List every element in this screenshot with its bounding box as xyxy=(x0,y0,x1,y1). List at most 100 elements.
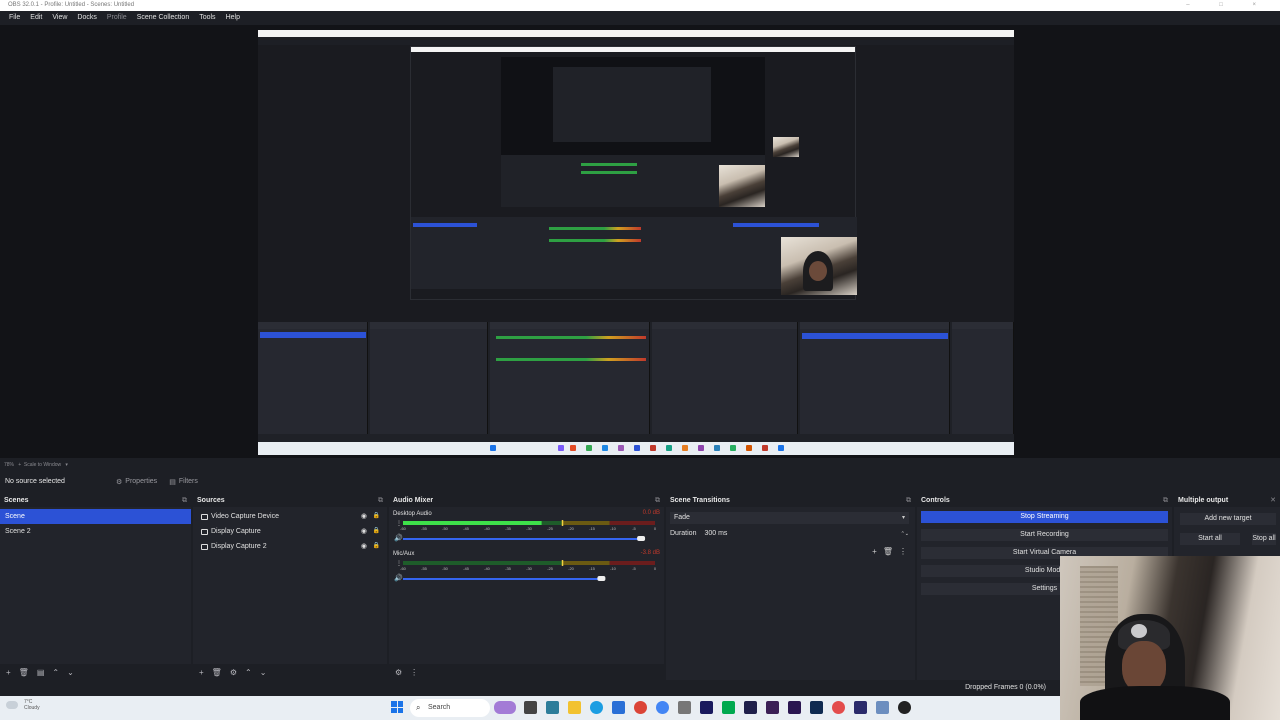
properties-button[interactable]: ⚙ Properties xyxy=(110,476,163,488)
obs-icon[interactable] xyxy=(898,701,911,714)
eye-icon[interactable]: ◉ xyxy=(361,524,367,539)
stop-all-button[interactable]: Stop all xyxy=(1252,533,1276,545)
volume-slider[interactable] xyxy=(403,535,663,543)
monitor-icon xyxy=(201,528,208,535)
more-icon[interactable]: ⋮ xyxy=(396,560,402,567)
app-icon[interactable] xyxy=(854,701,867,714)
popout-icon[interactable]: ⧉ xyxy=(378,495,383,507)
menu-scene-collection[interactable]: Scene Collection xyxy=(132,11,195,25)
filter-icon[interactable]: ▤ xyxy=(37,668,45,677)
task-view-icon[interactable] xyxy=(524,701,537,714)
popout-icon[interactable]: ⧉ xyxy=(182,495,187,507)
more-icon[interactable]: ⋮ xyxy=(899,547,907,556)
scale-mode[interactable]: Scale to Window xyxy=(24,462,61,468)
source-item[interactable]: Display Capture ◉ 🔒 xyxy=(193,524,387,539)
speaker-icon[interactable]: 🔊 xyxy=(394,534,403,542)
start-all-button[interactable]: Start all xyxy=(1180,533,1240,545)
move-up-icon[interactable]: ⌃ xyxy=(245,668,252,677)
zoom-level[interactable]: 78% xyxy=(4,462,14,468)
add-icon[interactable]: + xyxy=(199,668,204,677)
move-up-icon[interactable]: ⌃ xyxy=(52,668,59,677)
svg-text:0: 0 xyxy=(654,566,657,570)
chevron-down-icon[interactable]: ▾ xyxy=(65,462,68,468)
app-icon[interactable] xyxy=(700,701,713,714)
scene-item[interactable]: Scene 2 xyxy=(0,524,191,539)
menu-help[interactable]: Help xyxy=(221,11,245,25)
start-recording-button[interactable]: Start Recording xyxy=(921,529,1168,541)
folder-icon[interactable] xyxy=(568,701,581,714)
sources-toolbar: + 🗑 ⚙ ⌃ ⌄ xyxy=(193,664,387,680)
gear-icon[interactable]: ⚙ xyxy=(395,668,402,677)
filters-button[interactable]: ▤ Filters xyxy=(163,476,204,488)
photoshop-icon[interactable] xyxy=(810,701,823,714)
svg-text:-50: -50 xyxy=(442,566,449,570)
nested-docks xyxy=(411,217,857,295)
search-icon: ⌕ xyxy=(416,703,421,712)
add-target-button[interactable]: Add new target xyxy=(1180,513,1276,525)
app-icon[interactable] xyxy=(876,701,889,714)
menu-file[interactable]: File xyxy=(4,11,25,25)
volume-slider[interactable] xyxy=(403,575,663,583)
app-icon[interactable] xyxy=(766,701,779,714)
scene-transitions-dock: Scene Transitions ⧉ Fade ▾ Duration 300 ms… xyxy=(666,495,915,680)
popout-icon[interactable]: ⧉ xyxy=(1163,495,1168,507)
eye-icon[interactable]: ◉ xyxy=(361,509,367,524)
lock-icon[interactable]: 🔒 xyxy=(373,509,380,524)
app-icon[interactable] xyxy=(656,701,669,714)
app-icon[interactable] xyxy=(722,701,735,714)
svg-text:-35: -35 xyxy=(505,526,512,530)
nested-capture-3 xyxy=(553,67,711,142)
menu-profile[interactable]: Profile xyxy=(102,11,132,25)
edge-icon[interactable] xyxy=(590,701,603,714)
app-icon[interactable] xyxy=(832,701,845,714)
menu-edit[interactable]: Edit xyxy=(25,11,47,25)
chrome-icon[interactable] xyxy=(634,701,647,714)
transition-select[interactable]: Fade ▾ xyxy=(670,512,909,524)
app-icon[interactable] xyxy=(546,701,559,714)
popout-icon[interactable]: ⧉ xyxy=(655,495,660,507)
eye-icon[interactable]: ◉ xyxy=(361,539,367,554)
move-down-icon[interactable]: ⌄ xyxy=(67,668,74,677)
more-icon[interactable]: ⋮ xyxy=(410,668,418,677)
nested-titlebar xyxy=(258,30,1014,37)
close-icon[interactable]: ✕ xyxy=(1270,495,1276,507)
speaker-icon[interactable]: 🔊 xyxy=(394,574,403,582)
duration-label: Duration xyxy=(670,530,697,537)
source-item[interactable]: Video Capture Device ◉ 🔒 xyxy=(193,509,387,524)
source-item[interactable]: Display Capture 2 ◉ 🔒 xyxy=(193,539,387,554)
menu-tools[interactable]: Tools xyxy=(194,11,220,25)
scene-item[interactable]: Scene xyxy=(0,509,191,524)
audition-icon[interactable] xyxy=(744,701,757,714)
svg-text:-10: -10 xyxy=(610,566,617,570)
preview-canvas[interactable] xyxy=(258,30,1014,455)
window-controls[interactable]: – □ × xyxy=(1186,0,1270,11)
lock-icon[interactable]: 🔒 xyxy=(373,539,380,554)
app-icon[interactable] xyxy=(678,701,691,714)
trash-icon[interactable]: 🗑 xyxy=(883,547,893,556)
spinner-icon[interactable]: ⌃⌄ xyxy=(901,531,915,537)
premiere-icon[interactable] xyxy=(788,701,801,714)
store-icon[interactable] xyxy=(612,701,625,714)
plus-icon[interactable]: + xyxy=(18,462,21,468)
taskbar-search[interactable]: ⌕ Search xyxy=(410,699,490,717)
menu-docks[interactable]: Docks xyxy=(72,11,101,25)
menu-view[interactable]: View xyxy=(47,11,72,25)
gear-icon: ⚙ xyxy=(116,478,123,486)
add-icon[interactable]: + xyxy=(872,547,877,556)
duration-input[interactable]: 300 ms xyxy=(704,530,892,537)
svg-text:-55: -55 xyxy=(421,566,428,570)
widget-icon[interactable] xyxy=(494,701,516,714)
add-icon[interactable]: + xyxy=(6,668,11,677)
more-icon[interactable]: ⋮ xyxy=(396,520,402,527)
windows-start-icon[interactable] xyxy=(391,701,403,713)
trash-icon[interactable]: 🗑 xyxy=(212,668,222,677)
gear-icon[interactable]: ⚙ xyxy=(230,668,237,677)
lock-icon[interactable]: 🔒 xyxy=(373,524,380,539)
trash-icon[interactable]: 🗑 xyxy=(19,668,29,677)
stop-streaming-button[interactable]: Stop Streaming xyxy=(921,511,1168,523)
preview-area[interactable] xyxy=(0,25,1280,458)
channel-db: -3.8 dB xyxy=(640,550,660,556)
move-down-icon[interactable]: ⌄ xyxy=(260,668,267,677)
source-label: Video Capture Device xyxy=(211,513,279,520)
popout-icon[interactable]: ⧉ xyxy=(906,495,911,507)
